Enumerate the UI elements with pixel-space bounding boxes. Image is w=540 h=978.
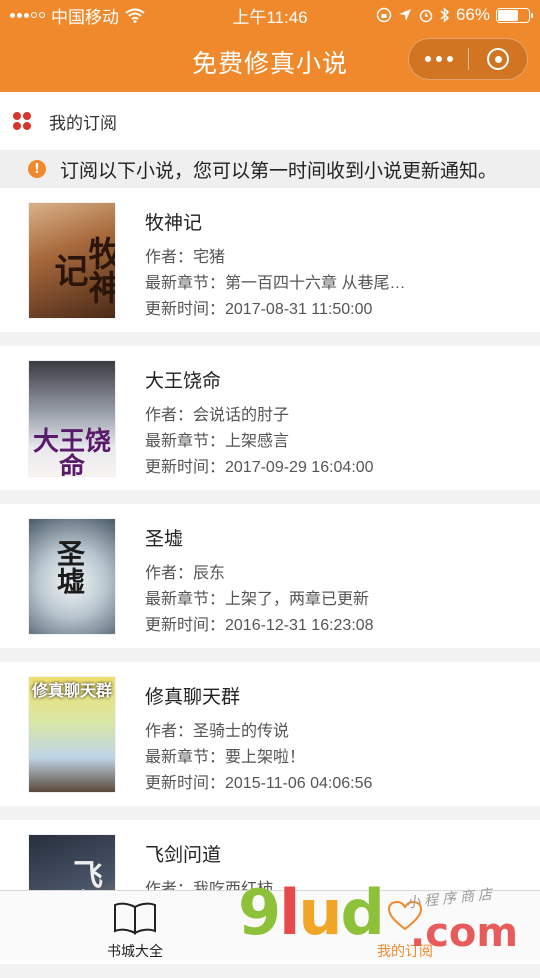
book-update-time: 更新时间：2017-09-29 16:04:00 (145, 459, 374, 476)
tab-bookstore-label: 书城大全 (107, 943, 163, 959)
more-button[interactable] (409, 39, 468, 79)
book-update-time: 更新时间：2016-12-31 16:23:08 (145, 617, 374, 634)
tab-subscriptions-label: 我的订阅 (377, 943, 433, 959)
open-book-icon (114, 902, 156, 935)
book-list: 牧神记 牧神记 作者：宅猪 最新章节：第一百四十六章 从巷尾… 更新时间：201… (0, 188, 540, 978)
book-author: 作者：会说话的肘子 (145, 407, 290, 424)
wifi-icon (125, 8, 145, 23)
tab-bar: 书城大全 我的订阅 (0, 890, 540, 960)
target-icon (487, 48, 509, 70)
cover-title: 牧神记 (48, 235, 115, 304)
book-latest-chapter: 最新章节：上架了，两章已更新 (145, 591, 370, 608)
notice-text: 订阅以下小说，您可以第一时间收到小说更新通知。 (60, 160, 498, 182)
close-button[interactable] (469, 48, 527, 70)
book-cover: 牧神记 (29, 203, 115, 318)
lock-rotation-icon (376, 7, 392, 23)
book-update-time: 更新时间：2017-08-31 11:50:00 (145, 301, 373, 318)
miniprogram-capsule (408, 38, 528, 80)
book-item[interactable]: 牧神记 牧神记 作者：宅猪 最新章节：第一百四十六章 从巷尾… 更新时间：201… (0, 188, 540, 332)
battery-icon (496, 7, 533, 23)
battery-fill (498, 9, 518, 21)
cover-title: 圣墟 (53, 539, 86, 595)
book-title: 圣墟 (145, 529, 184, 550)
more-dot-icon (424, 56, 431, 62)
book-latest-chapter: 最新章节：要上架啦！ (145, 749, 306, 766)
book-author: 作者：圣骑士的传说 (145, 723, 290, 740)
book-cover: 修真聊天群 (29, 677, 115, 792)
tab-subscriptions[interactable]: 我的订阅 (270, 891, 540, 961)
book-title: 牧神记 (145, 213, 203, 234)
book-author: 作者：辰东 (145, 565, 226, 582)
book-author: 作者：宅猪 (145, 249, 226, 266)
book-title: 飞剑问道 (145, 845, 222, 866)
book-item[interactable]: 大王饶命 大王饶命 作者：会说话的肘子 最新章节：上架感言 更新时间：2017-… (0, 346, 540, 490)
section-header: 我的订阅 (0, 92, 540, 150)
location-icon (398, 9, 411, 21)
info-icon: ! (28, 160, 46, 178)
cover-title: 修真聊天群 (31, 681, 112, 700)
book-title: 大王饶命 (145, 371, 222, 392)
navigation-bar: 免费修真小说 (0, 30, 540, 92)
signal-icon (10, 12, 45, 18)
subscription-notice: ! 订阅以下小说，您可以第一时间收到小说更新通知。 (0, 150, 540, 188)
bluetooth-icon (440, 7, 450, 23)
clover-icon (13, 112, 31, 130)
book-update-time: 更新时间：2015-11-06 04:06:56 (145, 775, 373, 792)
tab-bookstore[interactable]: 书城大全 (0, 891, 270, 961)
carrier-label: 中国移动 (51, 7, 119, 27)
book-item[interactable]: 修真聊天群 修真聊天群 作者：圣骑士的传说 最新章节：要上架啦！ 更新时间：20… (0, 662, 540, 806)
book-latest-chapter: 最新章节：上架感言 (145, 433, 290, 450)
alarm-icon (419, 9, 433, 23)
more-dot-icon (435, 56, 442, 62)
heart-icon (388, 901, 422, 931)
more-dot-icon (446, 56, 453, 62)
book-item[interactable]: 圣墟 圣墟 作者：辰东 最新章节：上架了，两章已更新 更新时间：2016-12-… (0, 504, 540, 648)
book-cover: 大王饶命 (29, 361, 115, 476)
status-bar: 中国移动 上午11:46 66% (0, 0, 540, 30)
cover-title: 大王饶命 (32, 427, 111, 476)
status-time: 上午11:46 (232, 7, 308, 27)
book-latest-chapter: 最新章节：第一百四十六章 从巷尾… (145, 275, 406, 292)
book-cover: 圣墟 (29, 519, 115, 634)
book-title: 修真聊天群 (145, 687, 241, 708)
section-title: 我的订阅 (49, 113, 117, 133)
battery-percent: 66% (455, 5, 490, 24)
